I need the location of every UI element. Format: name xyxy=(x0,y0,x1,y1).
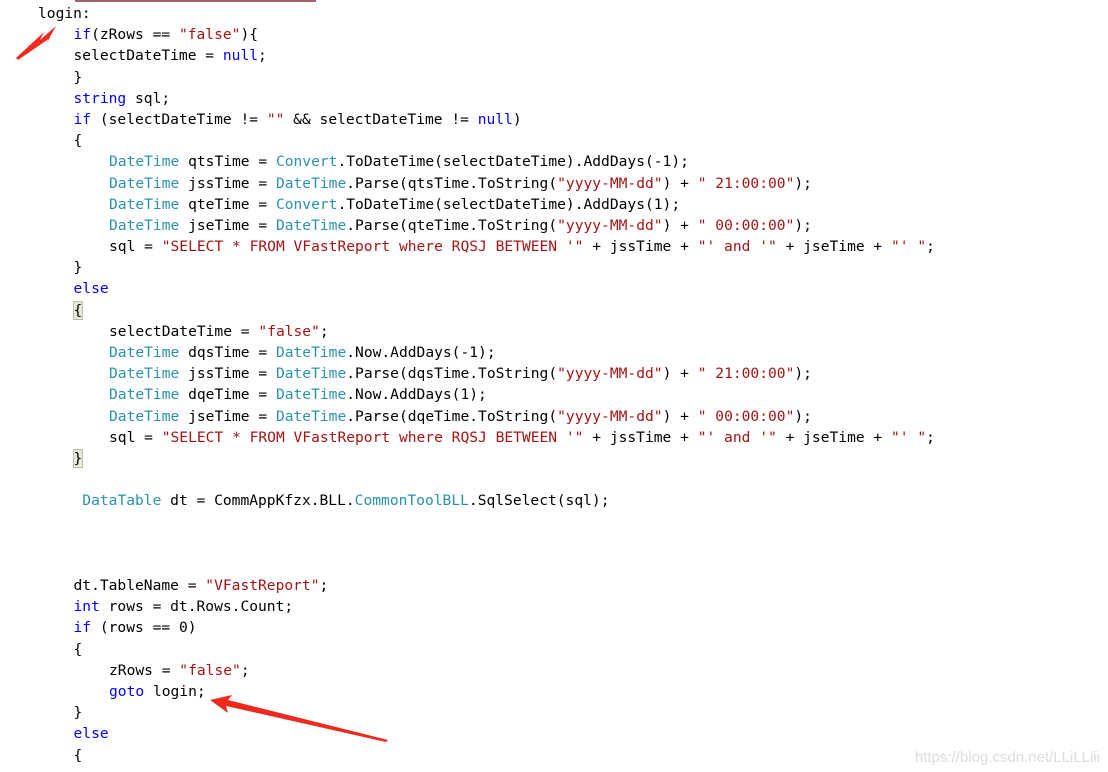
watermark: https://blog.csdn.net/LLiLLiii xyxy=(914,749,1100,766)
annotation-arrows xyxy=(16,26,388,742)
arrow-left-icon xyxy=(210,695,388,742)
arrow-up-icon xyxy=(16,26,56,60)
